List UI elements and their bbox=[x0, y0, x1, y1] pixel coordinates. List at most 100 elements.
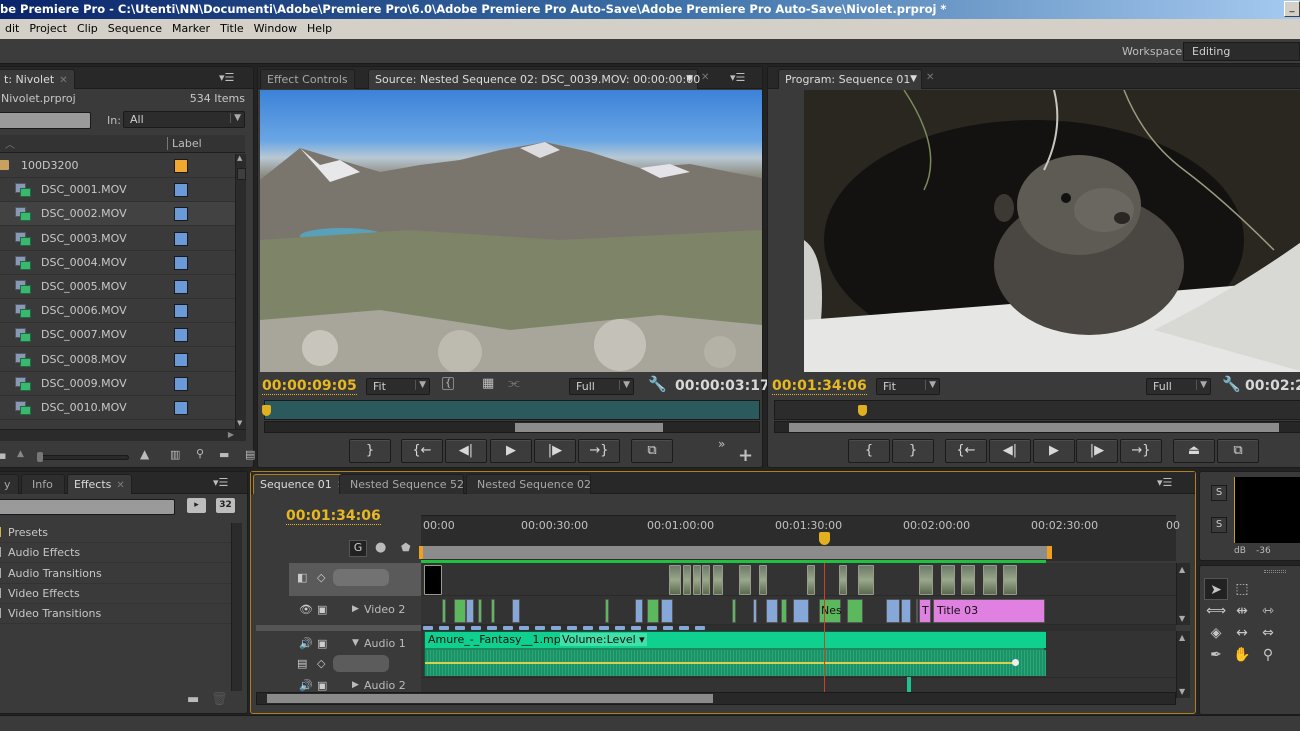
solo-right-button[interactable]: S bbox=[1211, 517, 1227, 533]
go-to-in-button[interactable]: {← bbox=[401, 439, 443, 463]
video-3-clip[interactable] bbox=[647, 626, 657, 630]
tab-sequence-01[interactable]: Sequence 01✕ bbox=[253, 474, 353, 494]
video-2-clip[interactable] bbox=[491, 599, 495, 623]
video-3-clip[interactable] bbox=[551, 626, 561, 630]
video-1-clip[interactable] bbox=[713, 565, 723, 595]
project-bin-row[interactable]: 100D3200 bbox=[0, 154, 235, 178]
keyframe-icon[interactable]: ◇ bbox=[317, 657, 325, 670]
program-timecode[interactable]: 00:01:34:06 bbox=[772, 378, 867, 395]
project-horizontal-scrollbar[interactable]: ▶ bbox=[0, 429, 246, 441]
label-color-swatch[interactable] bbox=[174, 304, 188, 319]
video-3-clip[interactable] bbox=[599, 626, 609, 630]
timeline-timecode[interactable]: 00:01:34:06 bbox=[286, 508, 381, 525]
keyframe-navigator[interactable] bbox=[333, 569, 389, 586]
new-bin-icon[interactable]: ▬ bbox=[219, 448, 229, 461]
go-to-out-button[interactable]: →} bbox=[578, 439, 620, 463]
tools-gripper[interactable] bbox=[1264, 570, 1286, 573]
project-clip-row[interactable]: DSC_0003.MOV bbox=[0, 227, 235, 251]
effects-scrollbar[interactable] bbox=[231, 523, 242, 691]
close-icon[interactable]: ✕ bbox=[701, 72, 709, 83]
timeline-scroll-thumb[interactable] bbox=[267, 694, 713, 703]
speaker-icon[interactable]: 🔊 bbox=[299, 679, 313, 692]
project-clip-row[interactable]: DSC_0006.MOV bbox=[0, 299, 235, 324]
source-quality-dropdown[interactable]: Full ▼ bbox=[569, 378, 634, 395]
slide-tool[interactable]: ⇔ bbox=[1256, 622, 1280, 644]
video-2-clip[interactable] bbox=[732, 599, 736, 623]
track-lock-icon[interactable]: ▣ bbox=[317, 603, 327, 616]
close-icon[interactable]: ✕ bbox=[59, 75, 67, 86]
video-1-clip[interactable] bbox=[839, 565, 847, 595]
work-area-start-handle[interactable] bbox=[419, 546, 423, 559]
source-video-frame[interactable] bbox=[260, 90, 762, 372]
video-2-clip[interactable] bbox=[478, 599, 482, 623]
program-zoom-scrollbar[interactable] bbox=[774, 421, 1300, 433]
video-1-clip[interactable] bbox=[669, 565, 681, 595]
scroll-down-icon[interactable]: ▼ bbox=[1179, 614, 1185, 623]
title-clip[interactable]: Title 03 bbox=[933, 599, 1045, 623]
insert-button[interactable]: ⧉ bbox=[631, 439, 673, 463]
menu-clip[interactable]: Clip bbox=[72, 19, 103, 35]
video-3-clip[interactable] bbox=[487, 626, 497, 630]
source-fit-dropdown[interactable]: Fit ▼ bbox=[366, 378, 430, 395]
automate-to-sequence-icon[interactable]: ▥ bbox=[170, 448, 180, 461]
program-time-ruler[interactable] bbox=[774, 400, 1300, 420]
zoom-tool[interactable]: ⚲ bbox=[1256, 644, 1280, 666]
menu-title[interactable]: Title bbox=[215, 19, 249, 35]
drag-audio-icon[interactable]: ⫘ bbox=[508, 376, 520, 391]
tab-effects[interactable]: Effects ✕ bbox=[67, 474, 132, 494]
video-3-clip[interactable] bbox=[695, 626, 705, 630]
video-3-clip[interactable] bbox=[535, 626, 545, 630]
timeline-horizontal-scrollbar[interactable] bbox=[256, 692, 1176, 705]
opacity-keyframe-icon[interactable]: ◧ bbox=[297, 571, 307, 584]
track-select-tool[interactable]: ⬚ bbox=[1230, 578, 1254, 600]
eye-icon[interactable]: 👁 bbox=[299, 603, 313, 616]
project-clip-row[interactable]: DSC_0004.MOV bbox=[0, 251, 235, 275]
video-2-clip[interactable] bbox=[793, 599, 809, 623]
effects-folder-item[interactable]: Video Effects bbox=[0, 584, 232, 604]
video-1-clip[interactable] bbox=[983, 565, 997, 595]
add-marker-icon[interactable]: ● bbox=[375, 540, 386, 555]
mark-out-button[interactable]: } bbox=[349, 439, 391, 463]
label-color-swatch[interactable] bbox=[174, 401, 188, 415]
minimize-button[interactable]: _ bbox=[1284, 1, 1300, 17]
video-3-clip[interactable] bbox=[423, 626, 433, 630]
effects-folder-item[interactable]: Audio Effects bbox=[0, 543, 232, 564]
source-zoom-scrollbar[interactable] bbox=[264, 421, 760, 433]
in-dropdown[interactable]: All ▼ bbox=[123, 111, 245, 128]
menu-sequence[interactable]: Sequence bbox=[103, 19, 167, 35]
play-button[interactable]: ▶ bbox=[1033, 439, 1075, 463]
video-1-clip[interactable] bbox=[919, 565, 933, 595]
zoom-small-icon[interactable]: ▲ bbox=[17, 449, 24, 459]
volume-rubber-band[interactable] bbox=[425, 662, 1015, 664]
label-color-swatch[interactable] bbox=[174, 328, 188, 343]
video-2-clip[interactable] bbox=[901, 599, 911, 623]
keyframe-icon[interactable]: ◇ bbox=[317, 571, 325, 584]
mark-in-button[interactable]: { bbox=[848, 439, 890, 463]
scroll-up-icon[interactable]: ▲ bbox=[1179, 565, 1185, 574]
close-icon[interactable]: ✕ bbox=[116, 480, 124, 491]
audio-clip-fx-dropdown[interactable]: Volume:Level ▾ bbox=[560, 633, 647, 646]
video-1-clip[interactable] bbox=[961, 565, 975, 595]
panel-menu-icon[interactable]: ▾☰ bbox=[730, 71, 745, 84]
collapse-icon[interactable]: ▼ bbox=[352, 638, 359, 648]
marker-icon[interactable]: ⬟ bbox=[401, 541, 411, 554]
scroll-up-icon[interactable]: ▲ bbox=[237, 154, 242, 162]
speaker-icon[interactable]: 🔊 bbox=[299, 637, 313, 650]
video-2-clip[interactable] bbox=[635, 599, 643, 623]
menu-project[interactable]: Project bbox=[24, 19, 72, 35]
video-2-clip[interactable] bbox=[466, 599, 474, 623]
video-3-clip[interactable] bbox=[519, 626, 529, 630]
label-color-swatch[interactable] bbox=[174, 255, 188, 270]
go-to-in-button[interactable]: {← bbox=[945, 439, 987, 463]
panel-menu-icon[interactable]: ▾☰ bbox=[213, 476, 228, 489]
video-3-clip[interactable] bbox=[583, 626, 593, 630]
track-lock-icon[interactable]: ▣ bbox=[317, 637, 327, 650]
video-1-clip[interactable] bbox=[424, 565, 442, 595]
project-search-input[interactable] bbox=[0, 112, 91, 129]
drag-video-icon[interactable]: ▦ bbox=[482, 376, 494, 391]
program-video-frame[interactable] bbox=[804, 90, 1300, 372]
menu-marker[interactable]: Marker bbox=[167, 19, 215, 35]
video-2-clip[interactable] bbox=[647, 599, 659, 623]
rolling-edit-tool[interactable]: ⇹ bbox=[1230, 600, 1254, 622]
chevron-down-icon[interactable]: ▼ bbox=[910, 74, 917, 84]
